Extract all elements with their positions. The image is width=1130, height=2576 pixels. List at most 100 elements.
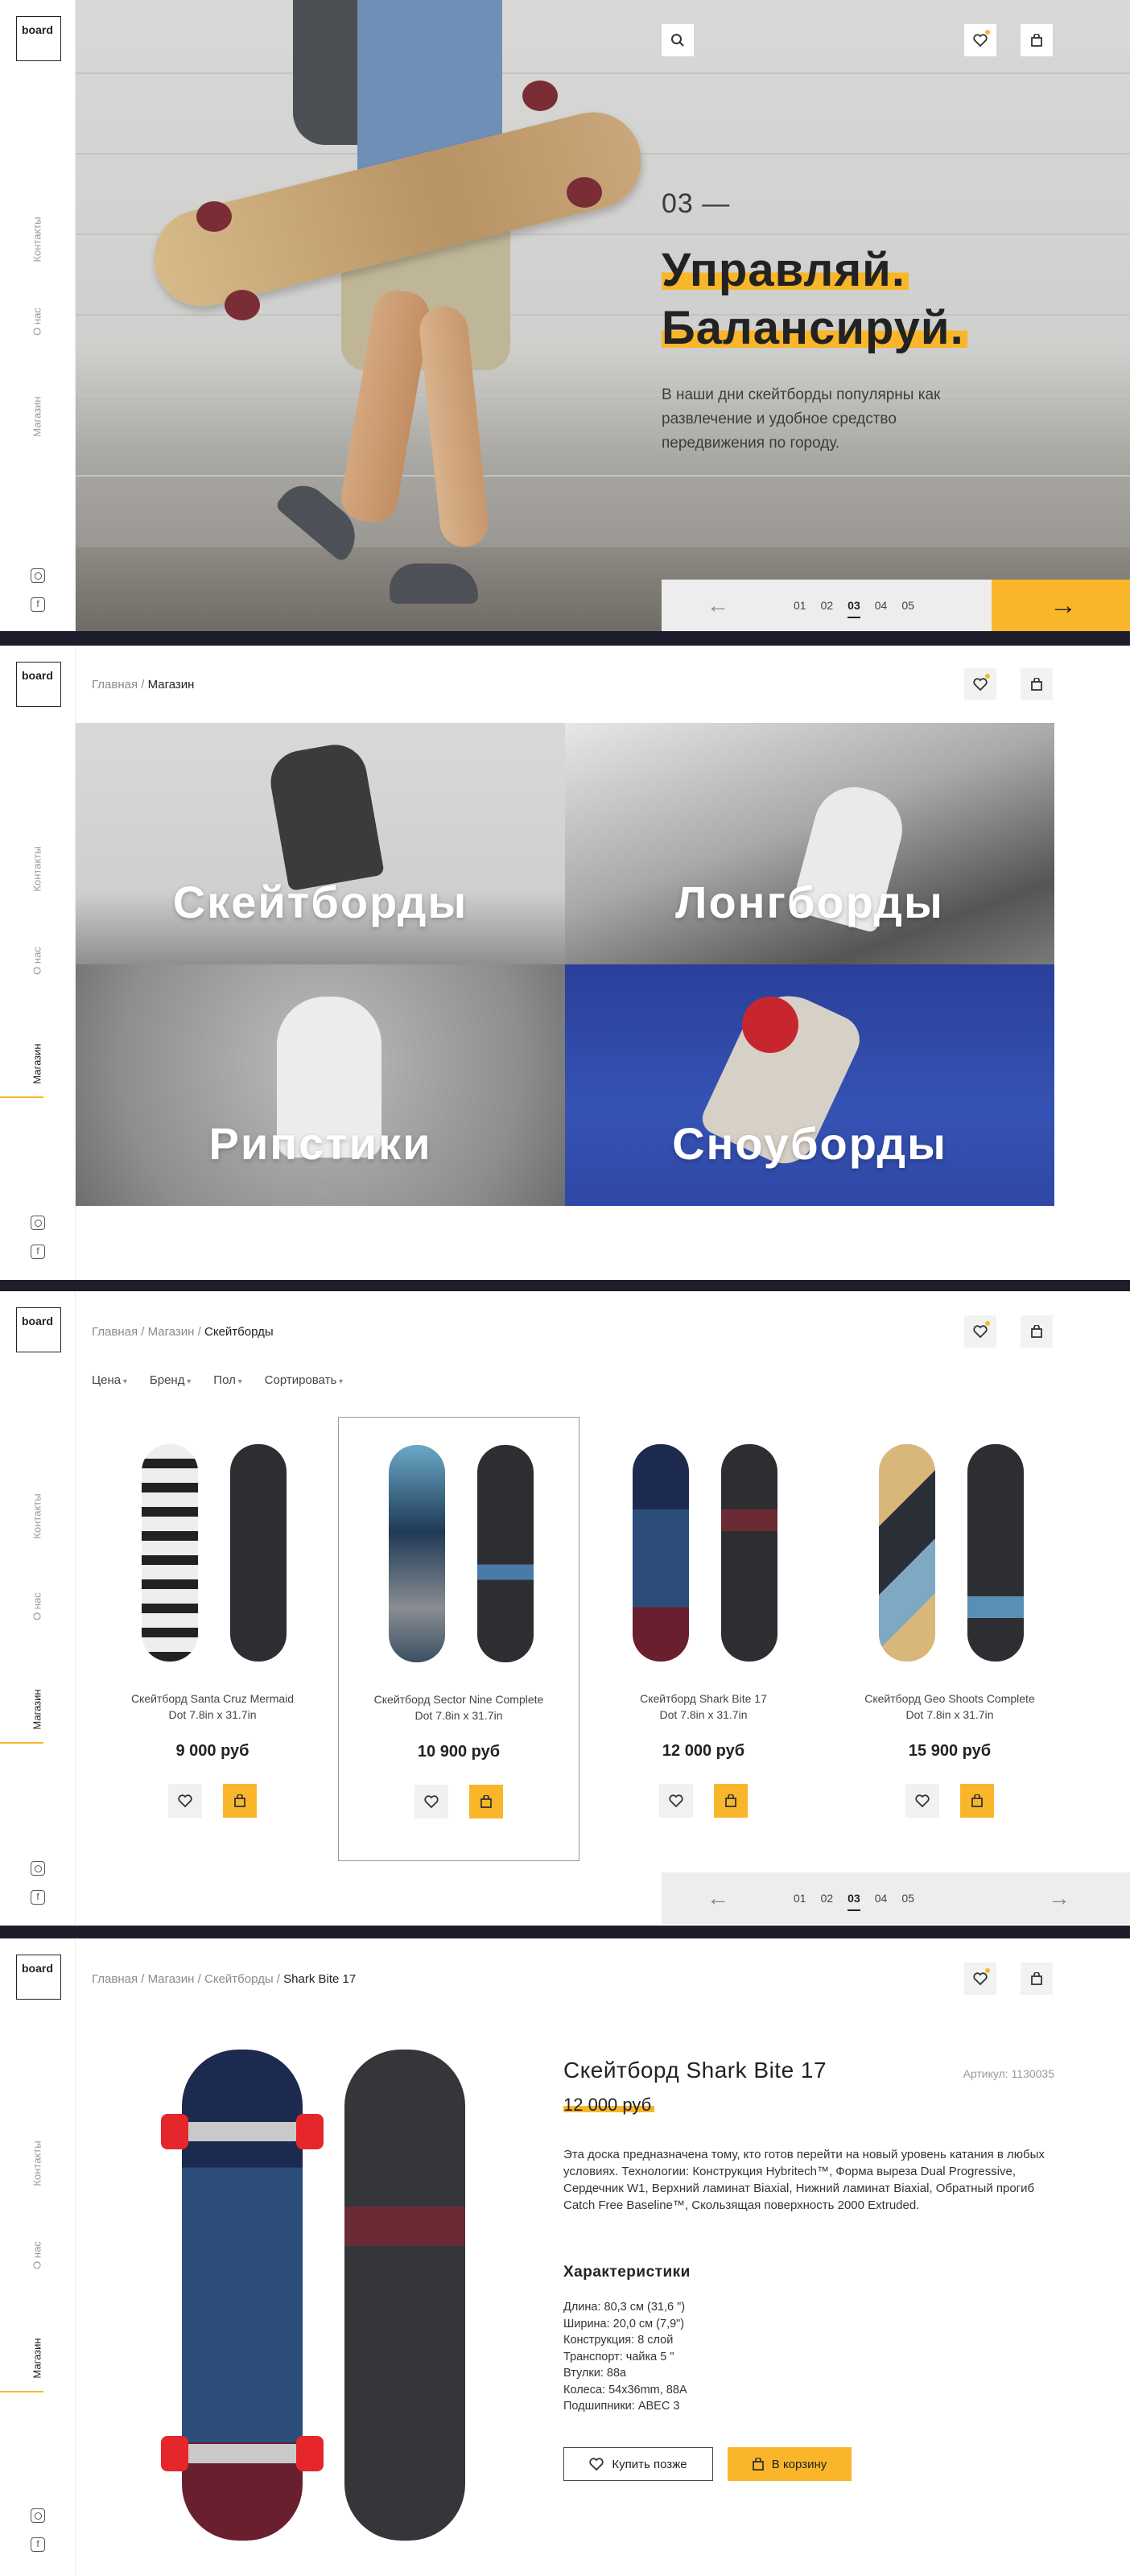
search-button[interactable]	[662, 24, 694, 56]
heart-icon	[973, 1325, 988, 1338]
nav-about[interactable]: О нас	[27, 308, 47, 336]
logo[interactable]: board	[16, 662, 61, 707]
page-03[interactable]: 03	[848, 599, 860, 618]
product-card[interactable]: Скейтборд Sector Nine Complete Dot 7.8in…	[338, 1417, 579, 1861]
filter-brand[interactable]: Бренд	[150, 1373, 191, 1387]
instagram-icon[interactable]	[31, 2508, 45, 2523]
product-image-back	[230, 1444, 287, 1662]
category-skateboards[interactable]: Скейтборды	[76, 723, 565, 964]
category-longboards[interactable]: Лонгборды	[565, 723, 1054, 964]
facebook-icon[interactable]: f	[31, 1245, 45, 1259]
instagram-icon[interactable]	[31, 568, 45, 583]
nav-about[interactable]: О нас	[27, 1592, 47, 1620]
cart-button[interactable]	[1021, 1315, 1053, 1348]
add-to-cart-button[interactable]: В корзину	[728, 2447, 852, 2481]
page-05[interactable]: 05	[901, 1892, 914, 1905]
product-name[interactable]: Скейтборд Geo Shoots Complete	[829, 1690, 1070, 1707]
add-to-cart-button[interactable]	[960, 1784, 994, 1818]
sidebar: board Контакты О нас Магазин f	[0, 1938, 76, 2576]
logo[interactable]: board	[16, 1307, 61, 1352]
product-price: 15 900 руб	[908, 1742, 992, 1760]
logo[interactable]: board	[16, 16, 61, 61]
product-name[interactable]: Скейтборд Santa Cruz Mermaid	[92, 1690, 333, 1707]
slide-number: 03 —	[662, 188, 731, 219]
product-name[interactable]: Скейтборд Sector Nine Complete	[339, 1691, 579, 1707]
wishlist-button[interactable]	[964, 24, 996, 56]
page-02[interactable]: 02	[821, 1892, 834, 1905]
prev-arrow-icon[interactable]: ←	[694, 1885, 742, 1911]
page-03[interactable]: 03	[848, 1892, 860, 1911]
nav-shop[interactable]: Магазин	[27, 396, 47, 436]
add-to-wishlist-button[interactable]	[659, 1784, 693, 1818]
nav-about[interactable]: О нас	[27, 947, 47, 975]
instagram-icon[interactable]	[31, 1861, 45, 1876]
add-to-cart-label: В корзину	[771, 2457, 827, 2471]
product-card[interactable]: Скейтборд Santa Cruz Mermaid Dot 7.8in x…	[92, 1417, 333, 1861]
page-01[interactable]: 01	[794, 1892, 806, 1905]
filter-price[interactable]: Цена	[92, 1373, 127, 1387]
page-04[interactable]: 04	[875, 599, 888, 612]
bag-icon	[1031, 1325, 1042, 1338]
facebook-icon[interactable]: f	[31, 597, 45, 612]
filter-sort[interactable]: Сортировать	[265, 1373, 343, 1387]
nav-contacts[interactable]: Контакты	[27, 217, 47, 262]
next-arrow-button[interactable]: →	[992, 580, 1130, 631]
facebook-icon[interactable]: f	[31, 1890, 45, 1905]
prev-arrow-icon[interactable]: ←	[694, 592, 742, 618]
product-size: Dot 7.8in x 31.7in	[905, 1708, 994, 1721]
logo[interactable]: board	[16, 1955, 61, 2000]
sidebar: board Контакты О нас Магазин f	[0, 646, 76, 1280]
page-05[interactable]: 05	[901, 599, 914, 612]
nav-contacts[interactable]: Контакты	[27, 2140, 47, 2186]
buy-later-button[interactable]: Купить позже	[563, 2447, 713, 2481]
page-02[interactable]: 02	[821, 599, 834, 612]
nav-contacts[interactable]: Контакты	[27, 846, 47, 891]
breadcrumb-category[interactable]: Скейтборды	[204, 1972, 274, 1986]
nav-about[interactable]: О нас	[27, 2241, 47, 2269]
add-to-cart-button[interactable]	[714, 1784, 748, 1818]
wishlist-button[interactable]	[964, 1315, 996, 1348]
wishlist-button[interactable]	[964, 1963, 996, 1995]
product-title: Скейтборд Shark Bite 17	[563, 2058, 827, 2083]
product-size: Dot 7.8in x 31.7in	[659, 1708, 748, 1721]
breadcrumb-home[interactable]: Главная	[92, 1972, 138, 1986]
hero-image	[76, 0, 1130, 631]
wishlist-button[interactable]	[964, 668, 996, 700]
bag-icon	[1031, 1972, 1042, 1985]
add-to-wishlist-button[interactable]	[905, 1784, 939, 1818]
nav-shop[interactable]: Магазин	[27, 2338, 47, 2378]
notification-dot	[985, 1321, 990, 1326]
add-to-cart-button[interactable]	[469, 1785, 503, 1818]
breadcrumb-shop[interactable]: Магазин	[148, 1972, 195, 1986]
add-to-wishlist-button[interactable]	[168, 1784, 202, 1818]
cart-button[interactable]	[1021, 1963, 1053, 1995]
nav-contacts[interactable]: Контакты	[27, 1493, 47, 1538]
breadcrumb-home[interactable]: Главная	[92, 678, 138, 691]
hero-description: В наши дни скейтборды популярны как разв…	[662, 386, 941, 452]
product-size: Dot 7.8in x 31.7in	[414, 1709, 503, 1722]
product-article: Артикул: 1130035	[963, 2067, 1054, 2080]
breadcrumb-home[interactable]: Главная	[92, 1325, 138, 1339]
cart-button[interactable]	[1021, 668, 1053, 700]
product-card[interactable]: Скейтборд Shark Bite 17 Dot 7.8in x 31.7…	[583, 1417, 824, 1861]
facebook-icon[interactable]: f	[31, 2537, 45, 2552]
filter-gender[interactable]: Пол	[213, 1373, 241, 1387]
page-01[interactable]: 01	[794, 599, 806, 612]
nav-shop[interactable]: Магазин	[27, 1043, 47, 1084]
nav-shop[interactable]: Магазин	[27, 1689, 47, 1729]
cart-button[interactable]	[1021, 24, 1053, 56]
product-image-front	[161, 2050, 324, 2541]
breadcrumb-shop[interactable]: Магазин	[148, 1325, 195, 1339]
product-name[interactable]: Скейтборд Shark Bite 17	[583, 1690, 824, 1707]
specs-heading: Характеристики	[563, 2264, 691, 2281]
page-04[interactable]: 04	[875, 1892, 888, 1905]
category-snowboards[interactable]: Сноуборды	[565, 964, 1054, 1206]
add-to-cart-button[interactable]	[223, 1784, 257, 1818]
instagram-icon[interactable]	[31, 1216, 45, 1230]
add-to-wishlist-button[interactable]	[414, 1785, 448, 1818]
next-arrow-icon[interactable]: →	[1035, 1885, 1083, 1911]
heart-icon	[669, 1794, 683, 1807]
category-ripsticks[interactable]: Рипстики	[76, 964, 565, 1206]
product-card[interactable]: Скейтборд Geo Shoots Complete Dot 7.8in …	[829, 1417, 1070, 1861]
product-image	[879, 1444, 935, 1662]
